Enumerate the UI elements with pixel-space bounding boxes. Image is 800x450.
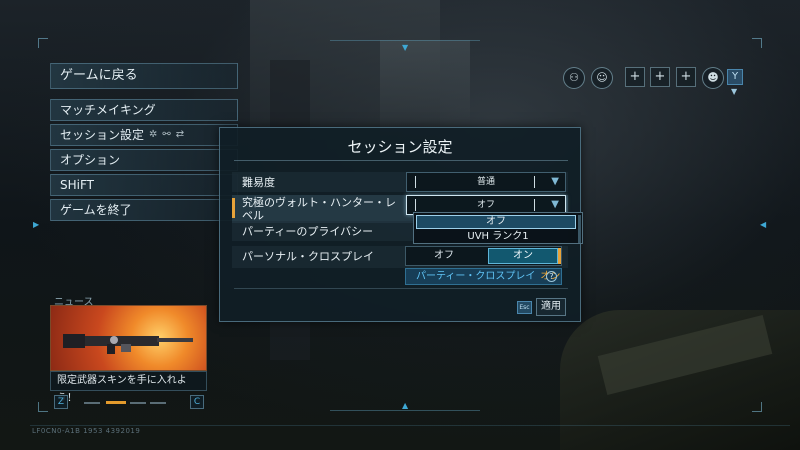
background-doorway: [380, 40, 470, 140]
hud-right-chevron-icon: ◀: [760, 220, 767, 229]
news-image[interactable]: [50, 305, 207, 371]
add-player-slot-1[interactable]: +: [625, 67, 645, 87]
uvh-row-focus-marker: [232, 198, 235, 218]
menu-session-settings-label: セッション設定: [60, 128, 145, 142]
crossplay-on-option[interactable]: オン: [488, 248, 558, 264]
hud-corner-bottom-left: [38, 402, 48, 412]
dropdown-scrollbar[interactable]: [578, 215, 581, 243]
difficulty-dropdown[interactable]: 普通 ▼: [406, 172, 566, 192]
party-icon[interactable]: ☺: [591, 67, 613, 89]
news-page-dot-active[interactable]: [106, 401, 126, 404]
party-crossplay-status: パーティー・クロスプレイ オン ?: [405, 268, 562, 285]
add-player-slot-3[interactable]: +: [676, 67, 696, 87]
dialog-title: セッション設定: [347, 138, 453, 156]
weapon-skin-icon: [63, 334, 193, 354]
crossplay-selection-marker: [558, 248, 561, 264]
menu-quit-game[interactable]: ゲームを終了: [50, 199, 238, 221]
difficulty-value: 普通: [476, 177, 495, 187]
news-pager: Z C: [50, 395, 207, 411]
dropdown-tick: [534, 199, 535, 211]
uvh-option-rank1[interactable]: UVH ランク1: [414, 230, 582, 244]
party-crossplay-text: パーティー・クロスプレイ: [416, 271, 536, 282]
dialog-footer-divider: [234, 288, 568, 289]
hud-bottom-line: [330, 410, 480, 411]
uvh-label: 究極のヴォルト・ハンター・レベル: [242, 196, 396, 222]
uvh-dropdown-list: オフ UVH ランク1: [413, 212, 583, 244]
social-friends-icon[interactable]: ⚇: [563, 67, 585, 89]
dialog-title-divider: [234, 160, 568, 161]
menu-options[interactable]: オプション: [50, 149, 238, 171]
uvh-option-off[interactable]: オフ: [416, 215, 576, 229]
player-avatar-icon[interactable]: ☻: [702, 67, 724, 89]
menu-session-settings[interactable]: セッション設定 ✲ ⚯ ⇄: [50, 124, 238, 146]
dropdown-tick: [415, 199, 416, 211]
dropdown-tick: [534, 176, 535, 188]
y-key-hint[interactable]: Y: [727, 69, 743, 85]
crossplay-label: パーソナル・クロスプレイ: [242, 250, 374, 263]
menu-matchmaking[interactable]: マッチメイキング: [50, 99, 238, 121]
chevron-down-icon: ▼: [551, 176, 559, 187]
y-key-chevron-icon: ▼: [731, 87, 738, 96]
difficulty-label: 難易度: [242, 176, 275, 189]
menu-shift[interactable]: SHiFT: [50, 174, 238, 196]
news-page-dot[interactable]: [130, 402, 146, 404]
dropdown-tick: [415, 176, 416, 188]
news-page-dot[interactable]: [150, 402, 166, 404]
add-player-slot-2[interactable]: +: [650, 67, 670, 87]
hud-corner-bottom-right: [752, 402, 762, 412]
news-panel[interactable]: ニュース 限定武器スキンを手に入れよう！ Z C: [50, 293, 207, 414]
news-caption[interactable]: 限定武器スキンを手に入れよう！: [50, 371, 207, 404]
hud-bottom-chevron-icon: ▲: [402, 401, 409, 410]
hud-top-line: [330, 40, 480, 41]
privacy-label: パーティーのプライバシー: [242, 225, 374, 238]
apply-button[interactable]: 適用: [536, 298, 566, 316]
hud-top-chevron-icon: ▼: [402, 43, 409, 52]
news-page-dot[interactable]: [84, 402, 100, 404]
news-prev-key[interactable]: Z: [54, 395, 68, 409]
menu-back-to-game[interactable]: ゲームに戻る: [50, 63, 238, 89]
crossplay-toggle[interactable]: オフ オン: [405, 246, 562, 266]
gear-people-icon: ✲: [149, 129, 158, 140]
crossplay-off-option[interactable]: オフ: [406, 247, 482, 265]
uvh-value: オフ: [476, 200, 495, 210]
hud-corner-top-left: [38, 38, 48, 48]
hud-left-chevron-icon: ▶: [33, 220, 40, 229]
esc-key-hint[interactable]: Esc: [517, 301, 532, 314]
news-next-key[interactable]: C: [190, 395, 204, 409]
crossplay-icon: ⇄: [175, 129, 185, 140]
network-icon: ⚯: [162, 129, 171, 140]
build-version: LF0CN0-A1B 1953 4392019: [32, 427, 141, 435]
help-icon[interactable]: ?: [546, 271, 557, 282]
hud-corner-top-right: [752, 38, 762, 48]
hud-bottom-frame-line: [30, 425, 790, 426]
